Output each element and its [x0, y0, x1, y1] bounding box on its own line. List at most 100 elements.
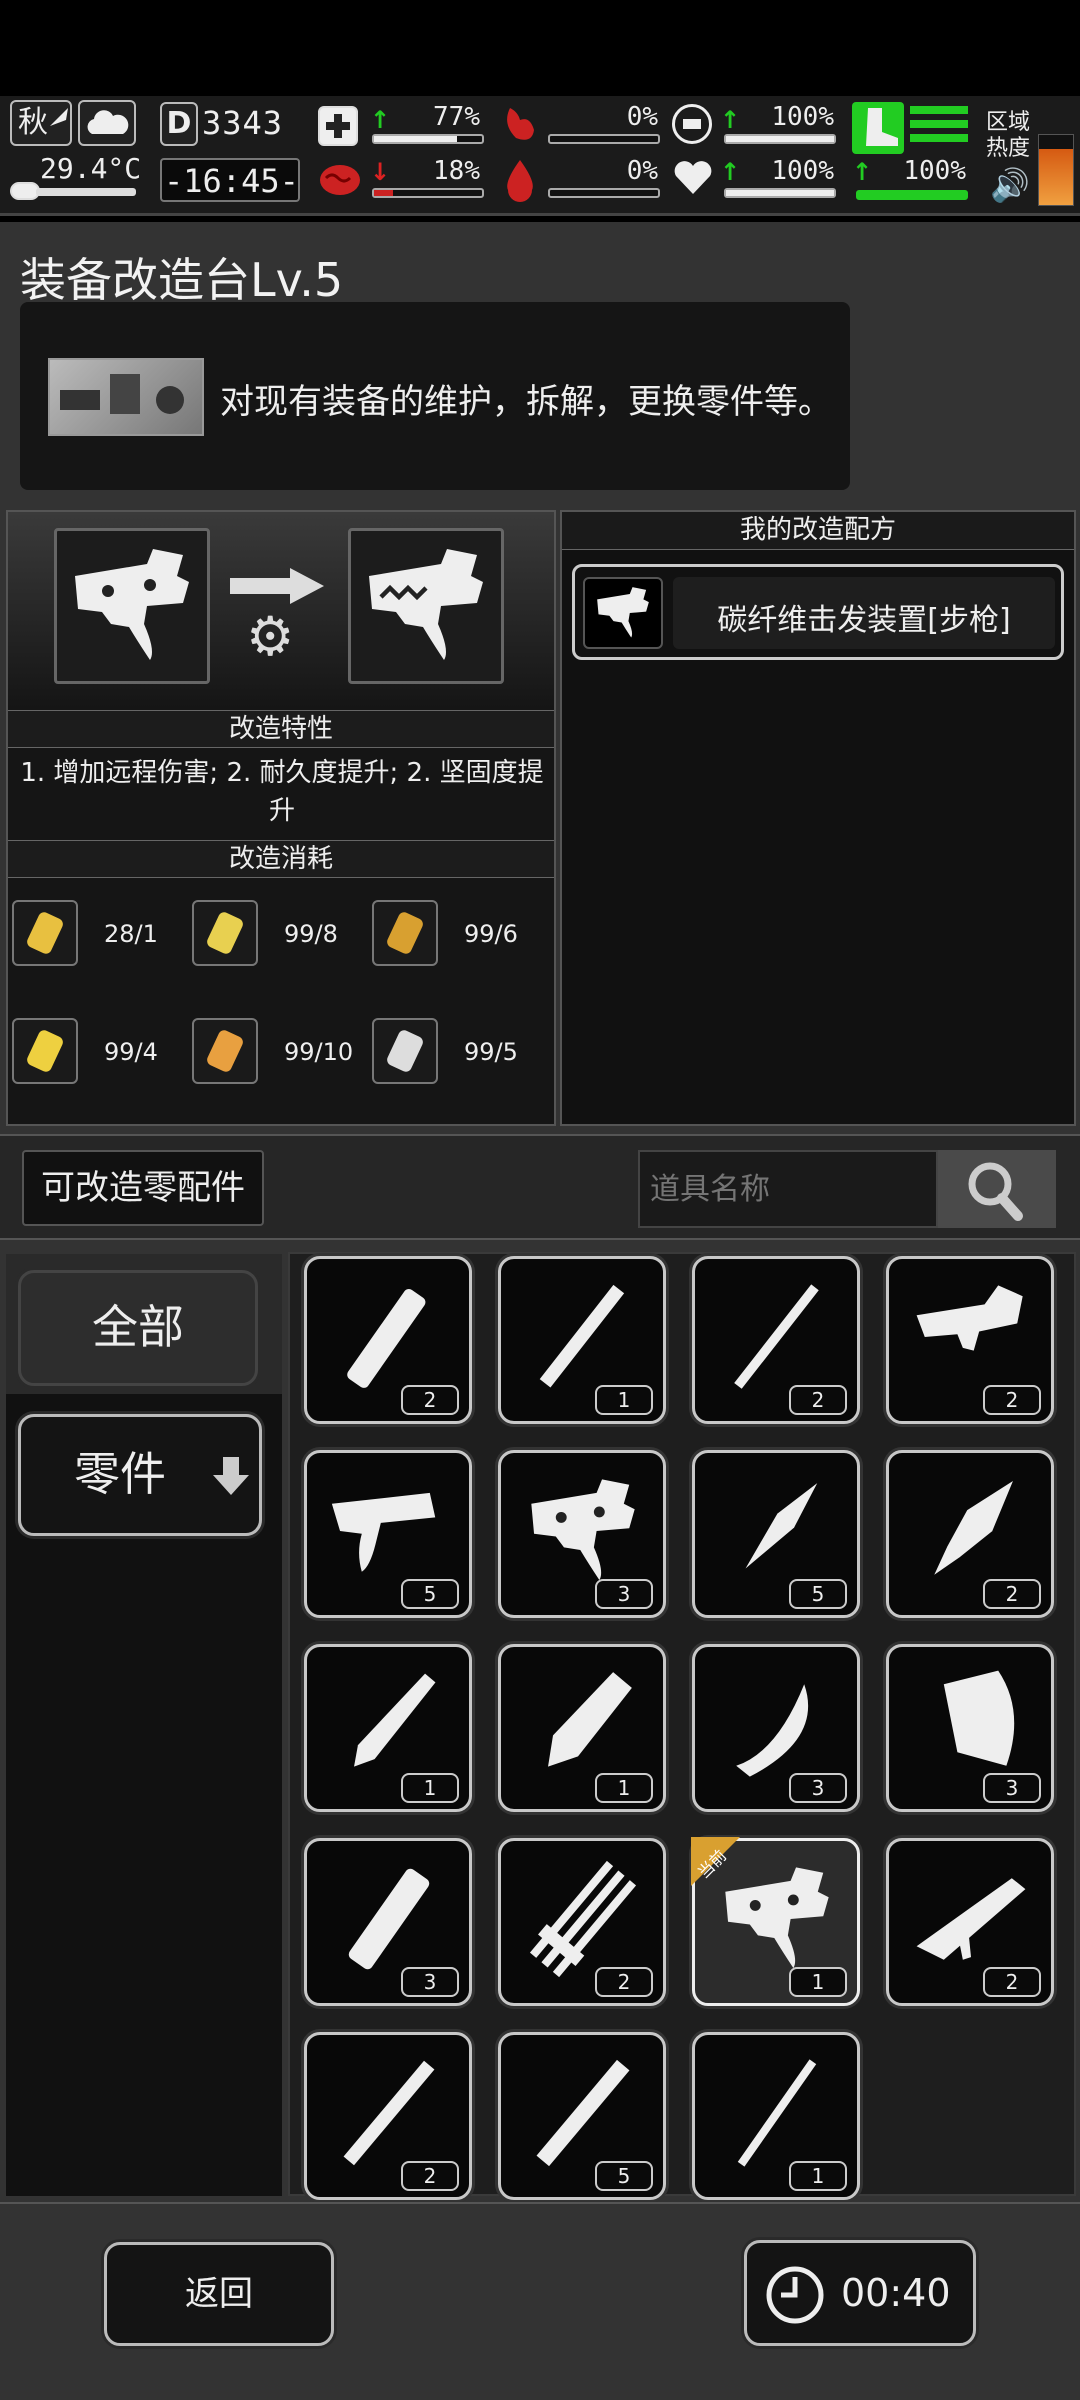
back-button-label: 返回 [185, 2274, 253, 2314]
part-count: 5 [789, 1579, 847, 1609]
part-count: 2 [983, 1385, 1041, 1415]
health-value: 77% [433, 102, 480, 132]
timer-button[interactable]: 00:40 [744, 2240, 976, 2346]
clock-icon [766, 2266, 824, 2324]
zone-heat-meter [1038, 134, 1074, 206]
search-button[interactable] [938, 1150, 1056, 1228]
part-slot[interactable]: 3 [692, 1644, 860, 1812]
search-icon [968, 1162, 1023, 1221]
category-all[interactable]: 全部 [18, 1270, 258, 1386]
boot-icon [852, 102, 904, 154]
traits-text: 1. 增加远程伤害; 2. 耐久度提升; 2. 坚固度提升 [20, 758, 544, 826]
bleeding-bar [548, 188, 660, 198]
brain-icon [318, 160, 360, 200]
part-count: 1 [789, 2161, 847, 2191]
parts-tab[interactable]: 可改造零配件 [22, 1150, 264, 1226]
chain-links-icon [12, 900, 78, 966]
part-slot[interactable]: 2 [304, 1256, 472, 1424]
gear-icon: ⚙ [246, 605, 295, 668]
stamina-icon [672, 104, 712, 144]
blood-drop-icon [500, 158, 540, 202]
timer-value: 00:40 [841, 2271, 951, 2315]
part-count: 2 [983, 1579, 1041, 1609]
cost-value: 28/1 [104, 920, 158, 948]
yellow-card-icon [192, 900, 258, 966]
modify-panel: ⚙ 改造特性 1. 增加远程伤害; 2. 耐久度提升; 2. 坚固度提升 改造消… [6, 510, 556, 1126]
item-search-input[interactable] [638, 1150, 938, 1228]
main-area: 装备改造台Lv.5 对现有装备的维护，拆解，更换零件等。 ⚙ 改造特性 1. 增… [0, 222, 1080, 2400]
cost-value: 99/4 [104, 1038, 158, 1066]
trigger-mechanism-icon [75, 549, 189, 660]
part-count: 2 [789, 1385, 847, 1415]
day-counter: 3343 [202, 104, 284, 142]
cost-value: 99/8 [284, 920, 338, 948]
part-slot[interactable]: 5 [304, 1450, 472, 1618]
recipe-item[interactable]: 碳纤维击发装置[步枪] [572, 564, 1064, 660]
category-parts-label: 零件 [74, 1447, 166, 1501]
category-sidebar [6, 1254, 282, 2196]
hunger-value: 0% [626, 102, 658, 132]
leaf-icon [50, 108, 68, 126]
cost-value: 99/6 [464, 920, 518, 948]
part-slot[interactable]: 1 [498, 1256, 666, 1424]
season-badge: 秋 [10, 100, 72, 146]
part-slot[interactable]: 1 [304, 1644, 472, 1812]
part-count: 5 [595, 2161, 653, 2191]
speaker-icon[interactable]: 🔊 [990, 166, 1030, 204]
speed-lines-icon [910, 106, 968, 150]
zone-heat-label-line2: 热度 [986, 136, 1031, 161]
heart-value: 100% [771, 156, 834, 186]
back-button[interactable]: 返回 [104, 2242, 334, 2346]
potion-bottle-icon [192, 1018, 258, 1084]
recipes-panel: 我的改造配方 碳纤维击发装置[步枪] [560, 510, 1076, 1126]
part-slot[interactable]: 3 [304, 1838, 472, 2006]
station-description: 对现有装备的维护，拆解，更换零件等。 [220, 382, 832, 422]
part-count: 5 [401, 1579, 459, 1609]
part-count: 3 [983, 1773, 1041, 1803]
zone-heat-label-line1: 区域 [986, 110, 1031, 135]
parts-tab-label: 可改造零配件 [41, 1168, 245, 1208]
part-count: 1 [789, 1967, 847, 1997]
part-count: 1 [401, 1773, 459, 1803]
speed-value: 100% [903, 156, 966, 186]
bleeding-value: 0% [626, 156, 658, 186]
result-part-slot[interactable] [348, 528, 504, 684]
source-part-slot[interactable] [54, 528, 210, 684]
part-slot[interactable]: 1 [498, 1644, 666, 1812]
cloud-icon [87, 110, 129, 134]
part-slot[interactable]: 2 [886, 1450, 1054, 1618]
modified-trigger-mechanism-icon [369, 549, 483, 660]
trigger-mechanism-icon [597, 587, 649, 638]
part-slot[interactable]: 5 [498, 2032, 666, 2200]
category-parts-dropdown[interactable]: 零件 [18, 1414, 262, 1536]
part-count: 2 [401, 2161, 459, 2191]
part-slot[interactable]: 3 [886, 1644, 1054, 1812]
clock: -16:45- [164, 162, 299, 200]
sanity-bar [372, 188, 484, 198]
part-slot[interactable]: 2 [692, 1256, 860, 1424]
part-slot[interactable]: 1 [692, 2032, 860, 2200]
part-count: 2 [983, 1967, 1041, 1997]
gold-coil-icon [372, 900, 438, 966]
medkit-icon [318, 106, 358, 146]
status-bar: 秋 29.4°C D 3343 -16:45- ↑ 77% ↓ 18% 0% 0… [0, 96, 1080, 216]
part-count: 1 [595, 1385, 653, 1415]
part-slot[interactable]: 2 [498, 1838, 666, 2006]
part-slot[interactable]: 2 [886, 1256, 1054, 1424]
part-slot[interactable]: 2 [304, 2032, 472, 2200]
part-slot[interactable]: 1 当前 [691, 1837, 860, 2006]
stamina-bar [724, 134, 836, 144]
cost-value: 99/5 [464, 1038, 518, 1066]
syringe-tool-icon [372, 1018, 438, 1084]
recipe-icon [583, 577, 663, 649]
weather-badge [78, 100, 136, 146]
recipes-header: 我的改造配方 [562, 512, 1074, 550]
part-slot[interactable]: 3 [498, 1450, 666, 1618]
category-all-label: 全部 [92, 1300, 184, 1354]
part-slot[interactable]: 5 [692, 1450, 860, 1618]
season-label: 秋 [18, 105, 48, 140]
part-count: 2 [595, 1967, 653, 1997]
part-slot[interactable]: 2 [886, 1838, 1054, 2006]
heart-bar [724, 188, 836, 198]
hunger-bar [548, 134, 660, 144]
